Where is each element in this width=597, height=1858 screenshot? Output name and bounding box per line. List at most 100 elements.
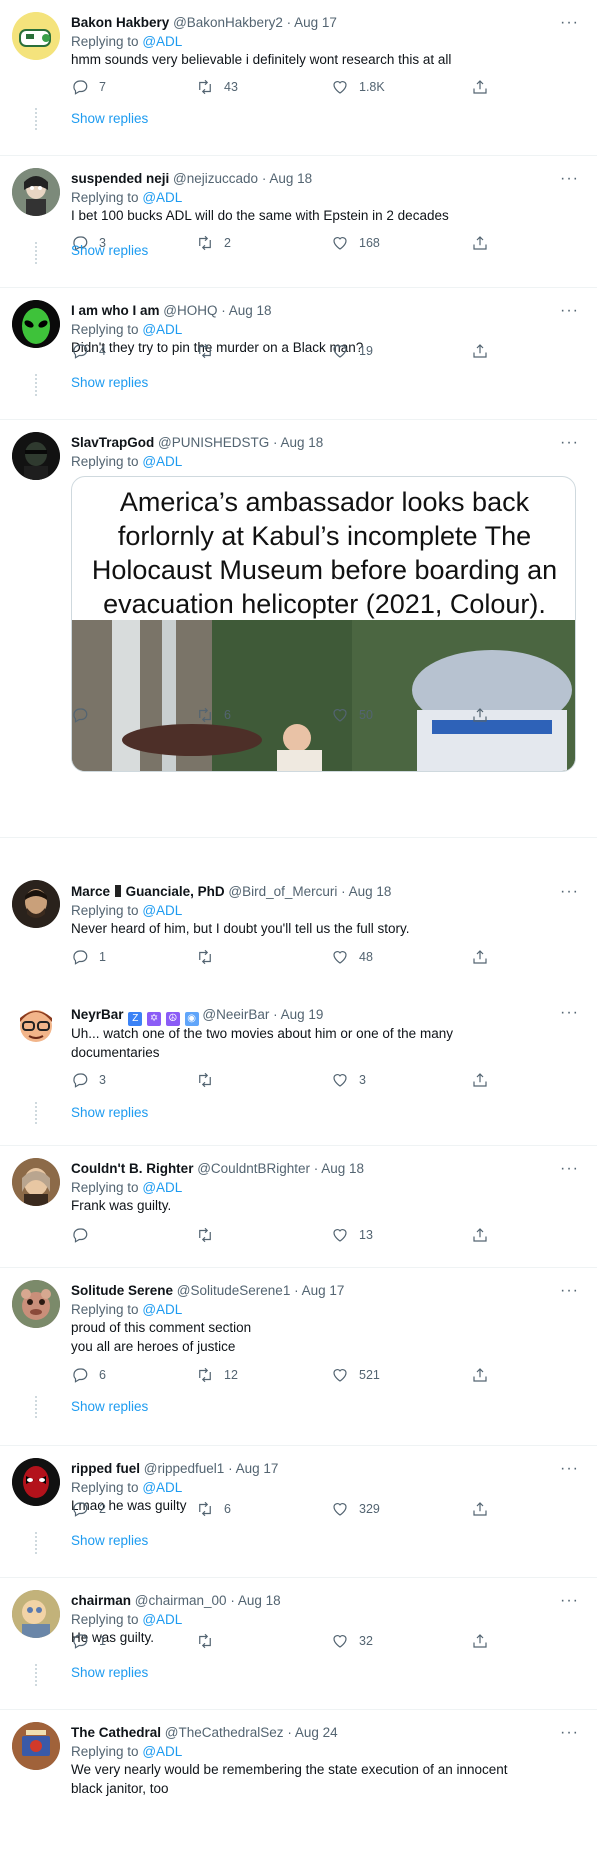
more-icon[interactable]: ··· [560,15,579,31]
tweet-date[interactable]: · Aug 19 [273,1007,323,1022]
tweet-media-image[interactable]: America’s ambassador looks back forlornl… [71,476,576,772]
reply-button[interactable] [71,1224,99,1246]
reply-button[interactable]: 1 [71,1630,106,1652]
retweet-button[interactable] [196,1224,224,1246]
retweet-button[interactable]: 6 [196,1498,231,1520]
retweet-button[interactable] [196,340,224,362]
avatar[interactable] [12,12,60,60]
tweet-date[interactable]: · Aug 18 [314,1161,364,1176]
avatar[interactable] [12,300,60,348]
avatar[interactable] [12,168,60,216]
user-handle[interactable]: @SolitudeSerene1 [177,1283,291,1298]
retweet-button[interactable]: 43 [196,76,238,98]
display-name-suffix[interactable]: Guanciale, PhD [126,884,225,899]
tweet[interactable]: The Cathedral @TheCathedralSez · Aug 24 … [0,1710,597,1858]
more-icon[interactable]: ··· [560,884,579,900]
replying-handle[interactable]: @ADL [142,1612,182,1627]
reply-button[interactable]: 6 [71,1364,106,1386]
like-button[interactable]: 48 [331,946,373,968]
show-replies-link[interactable]: Show replies [71,110,148,127]
display-name[interactable]: Solitude Serene [71,1283,173,1298]
tweet-date[interactable]: · Aug 17 [228,1461,278,1476]
retweet-button[interactable]: 2 [196,232,231,254]
like-button[interactable]: 19 [331,340,373,362]
user-handle[interactable]: @rippedfuel1 [144,1461,225,1476]
display-name[interactable]: Bakon Hakbery [71,15,169,30]
avatar[interactable] [12,1158,60,1206]
retweet-button[interactable] [196,1630,224,1652]
tweet-date[interactable]: · Aug 18 [230,1593,280,1608]
user-handle[interactable]: @HOHQ [163,303,217,318]
display-name[interactable]: SlavTrapGod [71,435,154,450]
more-icon[interactable]: ··· [560,303,579,319]
share-button[interactable] [471,232,489,254]
tweet-date[interactable]: · Aug 24 [287,1725,337,1740]
more-icon[interactable]: ··· [560,1461,579,1477]
tweet-date[interactable]: · Aug 18 [262,171,312,186]
tweet[interactable]: ripped fuel @rippedfuel1 · Aug 17 ··· Re… [0,1446,597,1578]
user-handle[interactable]: @CouldntBRighter [197,1161,310,1176]
avatar[interactable] [12,1000,60,1048]
avatar[interactable] [12,1590,60,1638]
user-handle[interactable]: @Bird_of_Mercuri [228,884,337,899]
avatar[interactable] [12,880,60,928]
reply-button[interactable]: 4 [71,340,106,362]
tweet[interactable]: chairman @chairman_00 · Aug 18 ··· Reply… [0,1578,597,1710]
display-name[interactable]: NeyrBar [71,1007,124,1022]
replying-handle[interactable]: @ADL [142,322,182,337]
reply-button[interactable]: 2 [71,1498,106,1520]
display-name[interactable]: I am who I am [71,303,160,318]
more-icon[interactable]: ··· [560,1161,579,1177]
display-name[interactable]: suspended neji [71,171,169,186]
user-handle[interactable]: @nejizuccado [173,171,258,186]
more-icon[interactable]: ··· [560,1283,579,1299]
reply-button[interactable] [71,704,99,726]
more-icon[interactable]: ··· [560,171,579,187]
replying-handle[interactable]: @ADL [142,1180,182,1195]
replying-handle[interactable]: @ADL [142,34,182,49]
display-name[interactable]: The Cathedral [71,1725,161,1740]
share-button[interactable] [471,340,489,362]
like-button[interactable]: 521 [331,1364,380,1386]
replying-handle[interactable]: @ADL [142,903,182,918]
show-replies-link[interactable]: Show replies [71,1104,148,1121]
user-handle[interactable]: @TheCathedralSez [165,1725,284,1740]
more-icon[interactable]: ··· [560,1725,579,1741]
like-button[interactable]: 32 [331,1630,373,1652]
show-replies-link[interactable]: Show replies [71,374,148,391]
display-name[interactable]: ripped fuel [71,1461,140,1476]
share-button[interactable] [471,76,489,98]
user-handle[interactable]: @NeeirBar [202,1007,269,1022]
user-handle[interactable]: @BakonHakbery2 [173,15,283,30]
like-button[interactable]: 1.8K [331,76,385,98]
like-button[interactable]: 3 [331,1069,366,1091]
share-button[interactable] [471,946,489,968]
display-name[interactable]: Marce [71,884,110,899]
avatar[interactable] [12,1280,60,1328]
tweet[interactable]: I am who I am @HOHQ · Aug 18 ··· Replyin… [0,288,597,420]
display-name[interactable]: chairman [71,1593,131,1608]
show-replies-link[interactable]: Show replies [71,1664,148,1681]
share-button[interactable] [471,1224,489,1246]
share-button[interactable] [471,1364,489,1386]
retweet-button[interactable] [196,1069,224,1091]
tweet[interactable]: Solitude Serene @SolitudeSerene1 · Aug 1… [0,1268,597,1446]
replying-handle[interactable]: @ADL [142,1744,182,1759]
tweet[interactable]: Bakon Hakbery @BakonHakbery2 · Aug 17 ··… [0,0,597,156]
tweet-date[interactable]: · Aug 18 [341,884,391,899]
share-button[interactable] [471,1630,489,1652]
replying-handle[interactable]: @ADL [142,1302,182,1317]
tweet[interactable]: Couldn't B. Righter @CouldntBRighter · A… [0,1146,597,1268]
show-replies-link[interactable]: Show replies [71,1532,148,1549]
avatar[interactable] [12,1722,60,1770]
show-replies-link[interactable]: Show replies [71,1398,148,1415]
reply-button[interactable]: 1 [71,946,106,968]
retweet-button[interactable] [196,946,224,968]
retweet-button[interactable]: 6 [196,704,231,726]
tweet-date[interactable]: · Aug 18 [221,303,271,318]
more-icon[interactable]: ··· [560,1593,579,1609]
show-replies-link[interactable]: Show replies [71,242,148,259]
replying-handle[interactable]: @ADL [142,454,182,469]
avatar[interactable] [12,432,60,480]
retweet-button[interactable]: 12 [196,1364,238,1386]
